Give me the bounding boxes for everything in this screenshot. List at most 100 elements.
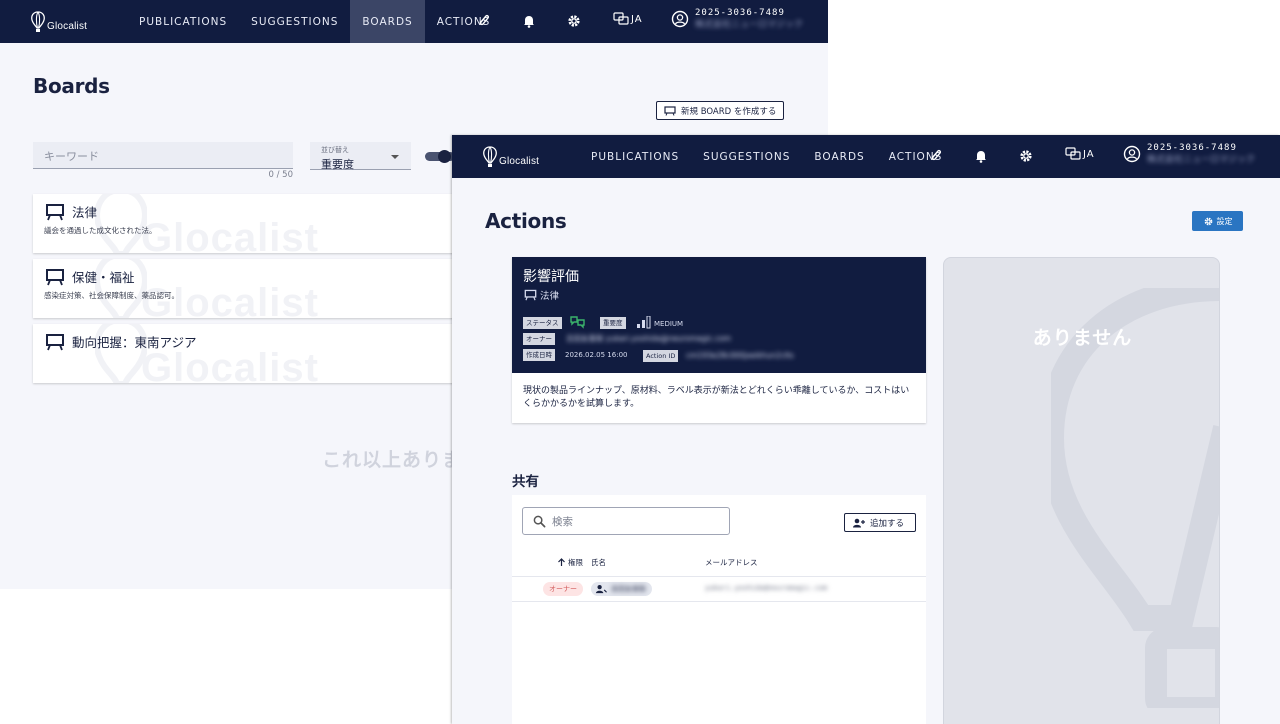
page-title: Boards bbox=[33, 74, 110, 98]
share-search-input[interactable]: 検索 bbox=[522, 507, 730, 535]
gear-icon[interactable] bbox=[1018, 148, 1034, 164]
watermark-text: Glocalist bbox=[141, 216, 319, 253]
column-name[interactable]: 氏名 bbox=[591, 557, 606, 568]
action-card[interactable]: 影響評価 法律 ステータス 重要度 MEDIUM オーナー 吉田友香梨 yuka… bbox=[512, 257, 926, 423]
created-label: 作成日時 bbox=[523, 349, 555, 361]
role-badge: オーナー bbox=[543, 582, 583, 596]
nav-suggestions[interactable]: SUGGESTIONS bbox=[691, 135, 802, 178]
board-card-health[interactable]: Glocalist 保健・福祉 感染症対策、社会保障制度、薬品認可。 bbox=[33, 259, 473, 318]
language-label: JA bbox=[631, 13, 643, 25]
add-member-label: 追加する bbox=[870, 518, 905, 529]
new-board-button[interactable]: 新規 BOARD を作成する bbox=[656, 101, 785, 120]
created-value: 2026.02.05 16:00 bbox=[565, 351, 628, 359]
board-name: 保健・福祉 bbox=[72, 270, 135, 285]
action-board-name: 法律 bbox=[540, 291, 560, 302]
account-menu[interactable]: 2025-3036-7489 株式会社ニューロマジック bbox=[671, 7, 803, 31]
board-description: 感染症対策、社会保障制度、薬品認可。 bbox=[44, 291, 179, 300]
nav-boards[interactable]: BOARDS bbox=[350, 0, 425, 43]
gear-icon[interactable] bbox=[566, 13, 582, 29]
brand-logo[interactable]: Glocalist bbox=[31, 9, 87, 33]
chevron-down-icon bbox=[391, 155, 399, 159]
column-role[interactable]: 権限 bbox=[557, 557, 583, 568]
owner-value: 吉田友香梨 yukari.yoshida@neuromagic.com bbox=[566, 334, 731, 343]
toggle-knob bbox=[438, 150, 451, 163]
main-menu: PUBLICATIONS SUGGESTIONS BOARDS ACTIONS bbox=[579, 135, 954, 178]
arrow-up-icon bbox=[558, 558, 565, 566]
brand-logo[interactable]: Glocalist bbox=[483, 144, 539, 168]
keyword-input[interactable]: キーワード bbox=[33, 142, 293, 169]
add-member-button[interactable]: 追加する bbox=[844, 513, 916, 532]
nav-publications[interactable]: PUBLICATIONS bbox=[127, 0, 239, 43]
importance-label: 重要度 bbox=[600, 317, 626, 329]
brand-name: Glocalist bbox=[499, 156, 540, 167]
column-role-label: 権限 bbox=[568, 558, 583, 567]
gear-icon bbox=[1204, 217, 1212, 225]
board-icon bbox=[46, 269, 64, 286]
board-icon bbox=[664, 105, 676, 116]
bell-icon[interactable] bbox=[521, 13, 537, 29]
board-card-law[interactable]: Glocalist 法律 議会を通過した成文化された法。 bbox=[33, 194, 473, 253]
action-header: 影響評価 法律 ステータス 重要度 MEDIUM オーナー 吉田友香梨 yuka… bbox=[512, 257, 926, 373]
user-email: yukari.yoshida@neuromagic.com bbox=[705, 584, 828, 592]
language-label: JA bbox=[1083, 148, 1095, 160]
board-name: 法律 bbox=[72, 205, 98, 220]
board-card-sea-trends[interactable]: Glocalist 動向把握：東南アジア bbox=[33, 324, 473, 383]
action-id-value: cm193e28c000jxeikhun2clts bbox=[686, 351, 794, 360]
side-panel-empty: ありません bbox=[943, 257, 1220, 724]
board-name: 動向把握：東南アジア bbox=[72, 335, 197, 350]
column-email[interactable]: メールアドレス bbox=[705, 557, 758, 568]
language-switch[interactable]: JA bbox=[1065, 147, 1095, 161]
signal-bars-icon bbox=[637, 316, 651, 329]
action-description: 現状の製品ラインナップ、原材料、ラベル表示が新法とどれくらい乖離しているか、コス… bbox=[523, 386, 910, 409]
keyword-counter: 0 / 50 bbox=[268, 170, 294, 180]
board-icon bbox=[524, 289, 537, 301]
action-title: 影響評価 bbox=[523, 269, 579, 285]
nav-suggestions[interactable]: SUGGESTIONS bbox=[239, 0, 350, 43]
account-circle-icon bbox=[671, 10, 689, 28]
paperclip-icon[interactable] bbox=[928, 148, 944, 164]
board-icon bbox=[46, 204, 64, 221]
share-heading: 共有 bbox=[512, 474, 539, 490]
settings-button[interactable]: 設定 bbox=[1192, 211, 1243, 231]
share-panel: 検索 追加する 権限 氏名 メールアドレス オーナー 吉田友香梨 yukari.… bbox=[512, 495, 926, 724]
balloon-logo-icon bbox=[31, 11, 45, 32]
top-nav: Glocalist PUBLICATIONS SUGGESTIONS BOARD… bbox=[0, 0, 828, 43]
balloon-logo-icon bbox=[483, 146, 497, 167]
empty-message: ありません bbox=[1032, 327, 1133, 349]
table-divider bbox=[512, 601, 926, 602]
search-placeholder: 検索 bbox=[552, 515, 573, 528]
balloon-watermark-icon bbox=[1051, 288, 1219, 708]
nav-boards[interactable]: BOARDS bbox=[802, 135, 876, 178]
page-title: Actions bbox=[485, 209, 567, 233]
importance-value: MEDIUM bbox=[654, 320, 684, 328]
account-circle-icon bbox=[1123, 145, 1141, 163]
paperclip-icon[interactable] bbox=[476, 13, 492, 29]
search-icon bbox=[533, 515, 546, 527]
sort-select[interactable]: 並び替え 重要度 bbox=[310, 142, 411, 171]
watermark-text: Glocalist bbox=[141, 346, 319, 383]
board-description: 議会を通過した成文化された法。 bbox=[44, 226, 157, 235]
account-menu[interactable]: 2025-3036-7489 株式会社ニューロマジック bbox=[1123, 142, 1255, 166]
action-board-tag[interactable]: 法律 bbox=[524, 288, 559, 302]
brand-name: Glocalist bbox=[47, 21, 88, 32]
table-divider bbox=[512, 576, 926, 577]
language-switch[interactable]: JA bbox=[613, 12, 643, 26]
settings-label: 設定 bbox=[1216, 216, 1233, 226]
nav-publications[interactable]: PUBLICATIONS bbox=[579, 135, 691, 178]
owner-label: オーナー bbox=[523, 333, 555, 345]
account-number: 2025-3036-7489 bbox=[1147, 143, 1237, 153]
status-label: ステータス bbox=[523, 317, 562, 329]
account-number: 2025-3036-7489 bbox=[695, 8, 785, 18]
board-icon bbox=[46, 334, 64, 351]
translate-icon bbox=[613, 12, 629, 25]
bell-icon[interactable] bbox=[973, 148, 989, 164]
balloon-watermark-icon bbox=[95, 194, 147, 253]
top-nav: Glocalist PUBLICATIONS SUGGESTIONS BOARD… bbox=[452, 135, 1280, 178]
new-board-label: 新規 BOARD を作成する bbox=[681, 106, 777, 117]
action-id-label: Action ID bbox=[643, 350, 679, 362]
status-icon bbox=[570, 316, 585, 329]
translate-icon bbox=[1065, 147, 1081, 160]
sort-value: 重要度 bbox=[321, 158, 354, 171]
view-toggle[interactable] bbox=[425, 150, 455, 163]
add-user-icon bbox=[853, 518, 865, 527]
